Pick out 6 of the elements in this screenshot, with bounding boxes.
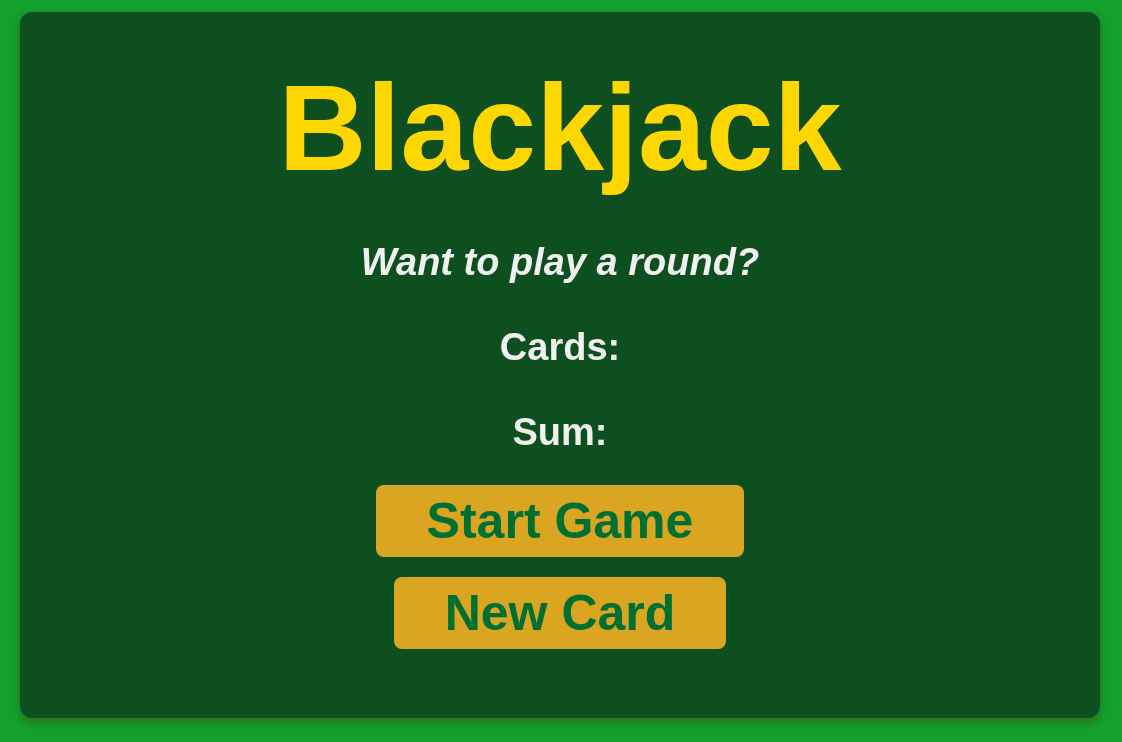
game-title: Blackjack xyxy=(277,59,843,198)
message-text: Want to play a round? xyxy=(360,240,760,285)
sum-label: Sum: xyxy=(512,410,608,455)
game-button[interactable]: New Card xyxy=(393,577,727,649)
game-button[interactable]: Start Game xyxy=(375,485,745,557)
cards-label: Cards: xyxy=(499,325,621,370)
